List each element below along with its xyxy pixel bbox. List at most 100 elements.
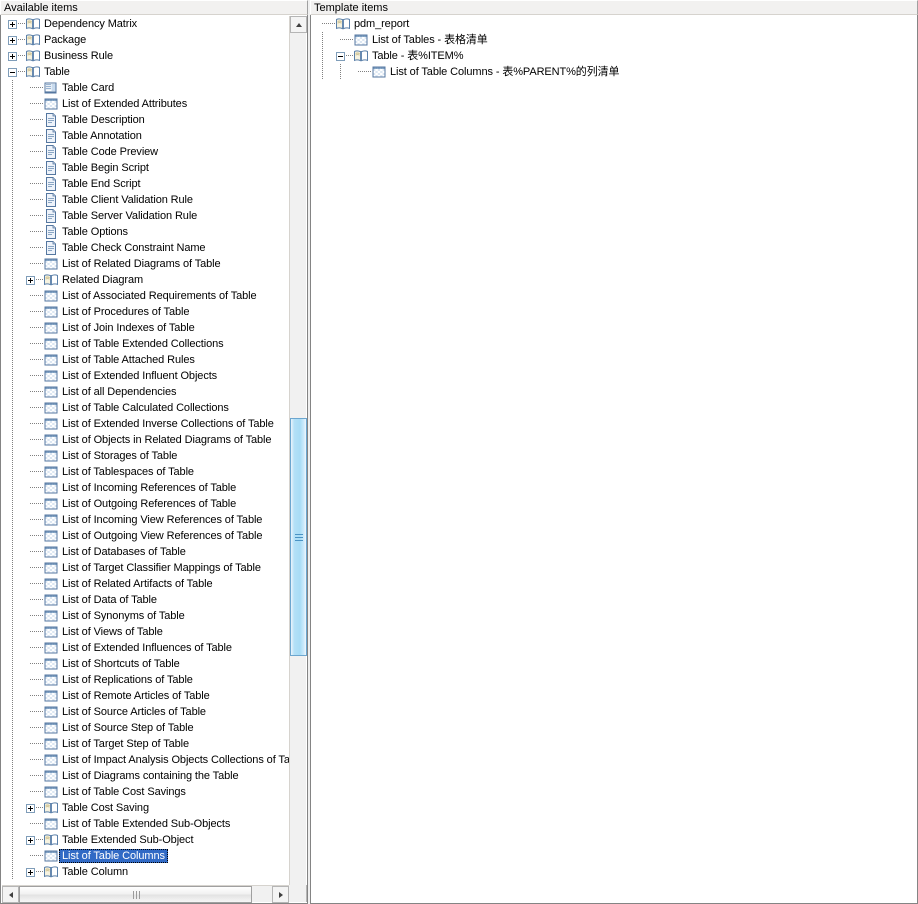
scroll-right-button[interactable] [272, 886, 289, 903]
tree-item[interactable]: Table Column [2, 864, 289, 880]
tree-item[interactable]: List of Table Cost Savings [2, 784, 289, 800]
tree-item[interactable]: List of Synonyms of Table [2, 608, 289, 624]
grid-table-icon [43, 288, 59, 304]
tree-item[interactable]: Table Check Constraint Name [2, 240, 289, 256]
tree-item[interactable]: List of Outgoing References of Table [2, 496, 289, 512]
tree-item[interactable]: Table Server Validation Rule [2, 208, 289, 224]
tree-item[interactable]: Table Card [2, 80, 289, 96]
tree-item[interactable]: Table Annotation [2, 128, 289, 144]
tree-connector-line [30, 167, 43, 168]
tree-item[interactable]: List of Table Extended Sub-Objects [2, 816, 289, 832]
template-items-tree[interactable]: pdm_report List of Tables - 表格清单 Table - 表… [312, 16, 916, 902]
tree-item[interactable]: Table Client Validation Rule [2, 192, 289, 208]
tree-item[interactable]: List of Data of Table [2, 592, 289, 608]
tree-item-label: List of Table Columns - 表%PARENT%的列清单 [390, 66, 620, 78]
tree-item[interactable]: List of Extended Influent Objects [2, 368, 289, 384]
grid-table-icon [43, 448, 59, 464]
tree-item[interactable]: List of Objects in Related Diagrams of T… [2, 432, 289, 448]
tree-item[interactable]: List of Incoming References of Table [2, 480, 289, 496]
available-items-tree-frame: Dependency Matrix Package Business Rule Tab… [0, 15, 308, 904]
tree-item[interactable]: List of Extended Attributes [2, 96, 289, 112]
scroll-up-button[interactable] [290, 16, 307, 33]
tree-item[interactable]: Table Code Preview [2, 144, 289, 160]
tree-item[interactable]: Related Diagram [2, 272, 289, 288]
tree-item[interactable]: List of all Dependencies [2, 384, 289, 400]
tree-connector-line [358, 71, 371, 72]
grid-table-icon [43, 592, 59, 608]
available-items-tree[interactable]: Dependency Matrix Package Business Rule Tab… [2, 16, 289, 885]
tree-item[interactable]: List of Databases of Table [2, 544, 289, 560]
tree-item[interactable]: Table End Script [2, 176, 289, 192]
tree-item-label: List of Table Extended Collections [62, 338, 224, 350]
tree-connector-line [30, 823, 43, 824]
tree-item[interactable]: List of Tables - 表格清单 [312, 32, 916, 48]
horizontal-scroll-thumb[interactable] [19, 886, 252, 903]
grid-table-icon [43, 256, 59, 272]
tree-item[interactable]: List of Table Extended Collections [2, 336, 289, 352]
tree-item[interactable]: Business Rule [2, 48, 289, 64]
scroll-left-button[interactable] [2, 886, 19, 903]
tree-item[interactable]: List of Associated Requirements of Table [2, 288, 289, 304]
expand-plus-icon[interactable] [8, 20, 17, 29]
expand-plus-icon[interactable] [26, 836, 35, 845]
tree-item[interactable]: pdm_report [312, 16, 916, 32]
available-items-panel: Available items Dependency Matrix Package… [0, 0, 308, 904]
tree-item[interactable]: List of Table Columns [2, 848, 289, 864]
tree-item[interactable]: Table [2, 64, 289, 80]
expand-plus-icon[interactable] [26, 276, 35, 285]
tree-connector-line [30, 359, 43, 360]
tree-item[interactable]: List of Target Classifier Mappings of Ta… [2, 560, 289, 576]
available-items-vertical-scrollbar[interactable] [289, 16, 307, 902]
tree-item[interactable]: List of Storages of Table [2, 448, 289, 464]
tree-guide-line [12, 688, 13, 704]
tree-item[interactable]: Dependency Matrix [2, 16, 289, 32]
tree-item[interactable]: List of Table Attached Rules [2, 352, 289, 368]
tree-item[interactable]: List of Table Columns - 表%PARENT%的列清单 [312, 64, 916, 80]
tree-item[interactable]: List of Procedures of Table [2, 304, 289, 320]
tree-item[interactable]: Table Description [2, 112, 289, 128]
tree-item[interactable]: List of Incoming View References of Tabl… [2, 512, 289, 528]
grid-table-icon [43, 432, 59, 448]
book-icon [25, 48, 41, 64]
tree-item[interactable]: List of Extended Influences of Table [2, 640, 289, 656]
tree-item[interactable]: List of Impact Analysis Objects Collecti… [2, 752, 289, 768]
tree-item[interactable]: List of Diagrams containing the Table [2, 768, 289, 784]
tree-guide-line [12, 112, 13, 128]
expand-plus-icon[interactable] [26, 868, 35, 877]
tree-item[interactable]: Table - 表%ITEM% [312, 48, 916, 64]
tree-item[interactable]: List of Extended Inverse Collections of … [2, 416, 289, 432]
expand-plus-icon[interactable] [8, 52, 17, 61]
tree-connector-line [30, 215, 43, 216]
tree-item[interactable]: Table Cost Saving [2, 800, 289, 816]
tree-item[interactable]: List of Related Diagrams of Table [2, 256, 289, 272]
tree-item[interactable]: List of Source Articles of Table [2, 704, 289, 720]
tree-guide-line [12, 176, 13, 192]
tree-item[interactable]: List of Table Calculated Collections [2, 400, 289, 416]
vertical-scroll-thumb[interactable] [290, 418, 307, 656]
tree-guide-line [12, 528, 13, 544]
tree-item[interactable]: List of Source Step of Table [2, 720, 289, 736]
tree-item[interactable]: List of Related Artifacts of Table [2, 576, 289, 592]
available-items-horizontal-scrollbar[interactable] [2, 885, 289, 903]
expand-plus-icon[interactable] [8, 36, 17, 45]
tree-item[interactable]: List of Join Indexes of Table [2, 320, 289, 336]
tree-connector-line [30, 615, 43, 616]
tree-item[interactable]: Table Begin Script [2, 160, 289, 176]
tree-item[interactable]: List of Tablespaces of Table [2, 464, 289, 480]
tree-item[interactable]: Package [2, 32, 289, 48]
collapse-minus-icon[interactable] [8, 68, 17, 77]
book-icon [43, 864, 59, 880]
expand-plus-icon[interactable] [26, 804, 35, 813]
tree-item[interactable]: Table Options [2, 224, 289, 240]
tree-item[interactable]: Table Extended Sub-Object [2, 832, 289, 848]
collapse-minus-icon[interactable] [336, 52, 345, 61]
tree-item[interactable]: List of Remote Articles of Table [2, 688, 289, 704]
grid-table-icon [43, 848, 59, 864]
tree-item[interactable]: List of Outgoing View References of Tabl… [2, 528, 289, 544]
scroll-grip-icon [132, 890, 140, 899]
tree-connector-line [30, 263, 43, 264]
tree-item[interactable]: List of Shortcuts of Table [2, 656, 289, 672]
tree-item[interactable]: List of Views of Table [2, 624, 289, 640]
tree-item[interactable]: List of Target Step of Table [2, 736, 289, 752]
tree-item[interactable]: List of Replications of Table [2, 672, 289, 688]
